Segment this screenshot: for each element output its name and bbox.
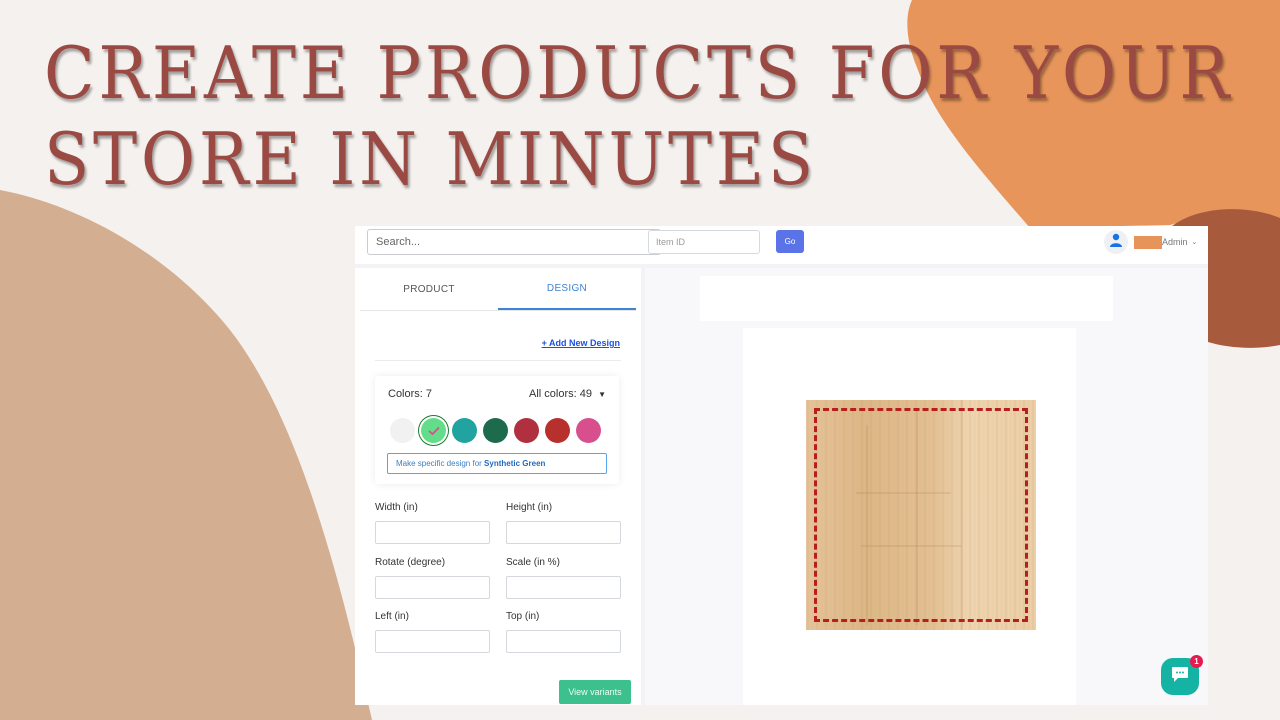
caret-down-icon: ▼ — [598, 390, 606, 399]
height-input[interactable] — [506, 521, 621, 544]
rotate-label: Rotate (degree) — [375, 557, 446, 568]
add-new-design-link[interactable]: + Add New Design — [542, 338, 620, 348]
chat-bubble-icon — [1171, 666, 1189, 688]
color-swatch[interactable] — [452, 418, 477, 443]
left-input[interactable] — [375, 630, 490, 653]
user-role: Admin — [1162, 237, 1188, 247]
go-button[interactable]: Go — [776, 230, 804, 253]
all-colors-dropdown[interactable]: All colors: 49 ▼ — [529, 388, 606, 400]
preview-header — [700, 276, 1113, 321]
specific-color-name: Synthetic Green — [484, 459, 546, 468]
cut-line-boundary — [814, 408, 1028, 622]
preview-panel — [645, 268, 1208, 705]
rotate-input[interactable] — [375, 576, 490, 599]
search-input[interactable] — [367, 229, 661, 255]
scale-input[interactable] — [506, 576, 621, 599]
colors-count: Colors: 7 — [388, 388, 433, 400]
item-id-input[interactable] — [648, 230, 760, 254]
width-label: Width (in) — [375, 502, 418, 513]
color-swatch[interactable] — [390, 418, 415, 443]
scale-label: Scale (in %) — [506, 557, 560, 568]
notification-badge: 1 — [1190, 655, 1203, 668]
color-swatches — [390, 418, 607, 443]
top-bar: Go Admin ⌄ — [355, 226, 1208, 264]
color-swatch[interactable] — [483, 418, 508, 443]
specific-design-prefix: Make specific design for — [396, 459, 485, 468]
app-window: Go Admin ⌄ PRODUCT DESIGN + Add New Desi… — [355, 226, 1208, 705]
avatar[interactable] — [1104, 230, 1128, 254]
checkmark-icon — [421, 418, 446, 443]
chevron-down-icon[interactable]: ⌄ — [1192, 238, 1198, 246]
color-selector-card: Colors: 7 All colors: 49 ▼ Make specific… — [375, 376, 619, 484]
color-swatch[interactable] — [514, 418, 539, 443]
user-menu[interactable]: Admin ⌄ — [1104, 230, 1197, 254]
top-input[interactable] — [506, 630, 621, 653]
top-label: Top (in) — [506, 611, 540, 622]
tab-product[interactable]: PRODUCT — [360, 268, 498, 310]
height-label: Height (in) — [506, 502, 553, 513]
view-variants-button[interactable]: View variants — [559, 680, 631, 704]
width-input[interactable] — [375, 521, 490, 544]
tan-blob — [0, 190, 372, 720]
user-icon — [1109, 233, 1123, 252]
left-panel: PRODUCT DESIGN + Add New Design Colors: … — [355, 268, 641, 705]
color-swatch[interactable] — [576, 418, 601, 443]
color-swatch-selected[interactable] — [421, 418, 446, 443]
left-label: Left (in) — [375, 611, 409, 622]
headline: CREATE PRODUCTS FOR YOUR STORE IN MINUTE… — [44, 30, 1233, 202]
headline-line-2: STORE IN MINUTES — [44, 117, 817, 201]
divider — [375, 360, 621, 361]
redacted-username — [1134, 235, 1162, 249]
make-specific-design-button[interactable]: Make specific design for Synthetic Green — [387, 453, 607, 474]
tab-bar: PRODUCT DESIGN — [360, 268, 636, 311]
product-preview-wood[interactable] — [806, 400, 1036, 630]
color-swatch[interactable] — [545, 418, 570, 443]
headline-line-1: CREATE PRODUCTS FOR YOUR — [44, 31, 1233, 115]
all-colors-label: All colors: 49 — [529, 388, 593, 400]
tab-design[interactable]: DESIGN — [498, 268, 636, 310]
